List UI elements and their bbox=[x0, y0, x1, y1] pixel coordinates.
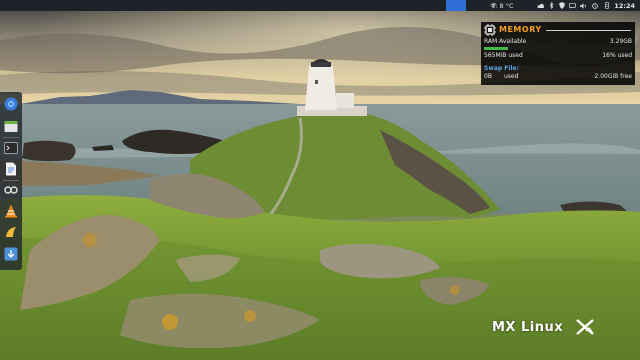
mx-linux-logo-text: MX Linux bbox=[492, 320, 564, 335]
application-dock bbox=[0, 92, 22, 270]
ram-value: 3.29GB bbox=[609, 38, 632, 45]
ram-used-percent: 16% used bbox=[602, 52, 632, 59]
dock-separator bbox=[3, 137, 19, 138]
clock[interactable]: 12:24 bbox=[614, 2, 635, 10]
vlc-icon[interactable] bbox=[3, 203, 19, 219]
memory-chip-icon bbox=[484, 24, 496, 36]
swap-free: 2.00GiB free bbox=[594, 73, 632, 80]
chat-icon[interactable] bbox=[569, 0, 576, 11]
text-editor-icon[interactable] bbox=[3, 161, 19, 177]
bluetooth-icon[interactable] bbox=[549, 0, 554, 11]
ram-used-row: 565MiB used 16% used bbox=[484, 52, 632, 60]
volume-icon[interactable] bbox=[580, 0, 587, 11]
security-icon[interactable] bbox=[559, 0, 565, 11]
mx-logo-icon bbox=[576, 319, 594, 335]
cloud-icon[interactable] bbox=[537, 0, 545, 11]
ram-used-amount: 565MiB used bbox=[484, 52, 523, 59]
title-divider bbox=[546, 30, 631, 31]
ram-usage-bar bbox=[484, 47, 632, 50]
swap-title: Swap File: bbox=[484, 65, 519, 72]
tools-icon[interactable] bbox=[3, 182, 19, 198]
memory-widget: MEMORY RAM Available 3.29GB 565MiB used … bbox=[481, 22, 635, 85]
ram-available-row: RAM Available 3.29GB bbox=[484, 38, 632, 46]
swap-used: 0B bbox=[484, 73, 492, 80]
weather-readout[interactable]: T: 8 °C bbox=[492, 2, 514, 10]
file-manager-icon[interactable] bbox=[3, 118, 19, 134]
dock-separator bbox=[3, 180, 19, 181]
swap-used-label: used bbox=[504, 73, 519, 80]
ram-label: RAM Available bbox=[484, 38, 527, 45]
terminal-icon[interactable] bbox=[3, 140, 19, 156]
swap-row: 0B used 2.00GiB free bbox=[484, 73, 632, 81]
installer-icon[interactable] bbox=[3, 246, 19, 262]
active-task-button[interactable] bbox=[446, 0, 466, 11]
clipboard-icon[interactable] bbox=[604, 0, 610, 11]
chromium-icon[interactable] bbox=[3, 96, 19, 112]
top-panel: T: 8 °C 12:24 bbox=[0, 0, 640, 11]
mx-tweak-icon[interactable] bbox=[3, 224, 19, 240]
update-icon[interactable] bbox=[592, 0, 598, 11]
swap-title-row: Swap File: bbox=[484, 65, 632, 73]
ram-usage-fill bbox=[484, 47, 508, 50]
memory-title: MEMORY bbox=[499, 25, 542, 34]
